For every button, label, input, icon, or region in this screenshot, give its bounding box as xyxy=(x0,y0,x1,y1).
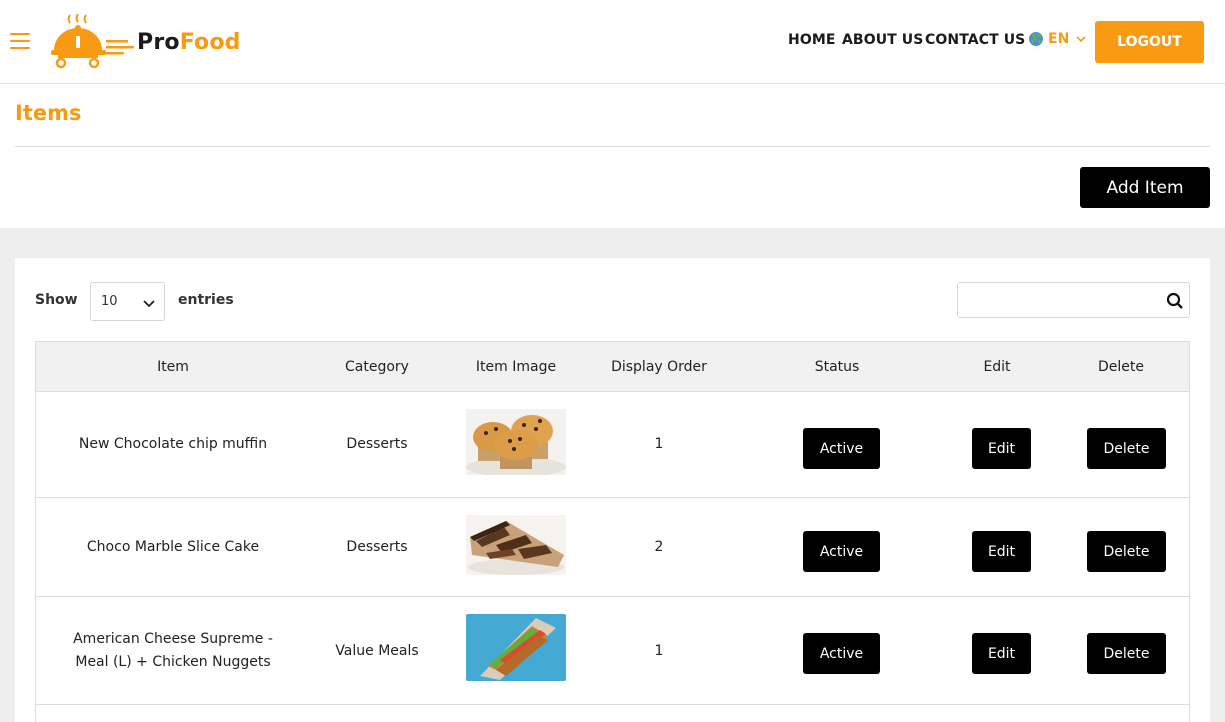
language-code: EN xyxy=(1048,31,1070,47)
header-item[interactable]: Item xyxy=(51,359,295,375)
logo-food-text: Food xyxy=(179,30,241,55)
item-category: Desserts xyxy=(346,436,408,452)
item-category: Value Meals xyxy=(335,643,419,659)
table-row: Choco Marble Slice Cake Desserts 2 Activ… xyxy=(36,498,1189,597)
header-category[interactable]: Category xyxy=(317,359,437,375)
item-name: Choco Marble Slice Cake xyxy=(86,539,260,555)
chevron-down-icon xyxy=(143,300,155,308)
status-active-button[interactable]: Active xyxy=(803,531,880,572)
display-order: 2 xyxy=(654,539,664,555)
language-selector[interactable]: EN xyxy=(1028,31,1087,47)
food-cart-logo-icon xyxy=(51,13,134,69)
entries-value: 10 xyxy=(101,294,118,309)
table-header-row: Item Category Item Image Display Order S… xyxy=(36,341,1189,392)
item-name: New Chocolate chip muffin xyxy=(78,436,268,452)
search-input[interactable] xyxy=(958,283,1158,317)
header-item-image[interactable]: Item Image xyxy=(466,359,566,375)
entries-label: entries xyxy=(178,292,234,308)
status-active-button[interactable]: Active xyxy=(803,428,880,469)
delete-button[interactable]: Delete xyxy=(1087,633,1166,674)
nav-home[interactable]: HOME xyxy=(788,32,836,48)
muffin-image xyxy=(466,409,566,475)
chevron-down-icon xyxy=(1076,36,1086,43)
header-display-order[interactable]: Display Order xyxy=(599,359,719,375)
hamburger-menu-icon[interactable] xyxy=(10,33,30,49)
logo-pro-text: Pro xyxy=(137,30,180,55)
table-row xyxy=(36,705,1189,722)
title-divider xyxy=(15,146,1210,147)
item-category: Desserts xyxy=(346,539,408,555)
logout-button[interactable]: LOGOUT xyxy=(1095,21,1204,63)
table-row: New Chocolate chip muffin Desserts 1 Act… xyxy=(36,392,1189,498)
edit-button[interactable]: Edit xyxy=(972,428,1031,469)
delete-button[interactable]: Delete xyxy=(1087,428,1166,469)
show-label: Show xyxy=(35,292,78,308)
edit-button[interactable]: Edit xyxy=(972,531,1031,572)
cake-image xyxy=(466,515,566,575)
header-edit[interactable]: Edit xyxy=(957,359,1037,375)
add-item-button[interactable]: Add Item xyxy=(1080,167,1210,208)
top-header: ProFood HOME ABOUT US CONTACT US EN LOGO… xyxy=(0,0,1225,84)
search-icon[interactable] xyxy=(1166,292,1184,310)
edit-button[interactable]: Edit xyxy=(972,633,1031,674)
header-delete[interactable]: Delete xyxy=(1081,359,1161,375)
nav-contact-us[interactable]: CONTACT US xyxy=(925,32,1025,48)
sandwich-image xyxy=(466,614,566,681)
item-name-line-2: Meal (L) + Chicken Nuggets xyxy=(75,654,271,670)
globe-icon xyxy=(1029,32,1043,46)
header-status[interactable]: Status xyxy=(777,359,897,375)
delete-button[interactable]: Delete xyxy=(1087,531,1166,572)
table-search xyxy=(957,282,1190,318)
entries-per-page-select[interactable]: 10 xyxy=(90,282,165,321)
display-order: 1 xyxy=(654,436,664,452)
page-title: Items xyxy=(15,101,82,125)
status-active-button[interactable]: Active xyxy=(803,633,880,674)
nav-about-us[interactable]: ABOUT US xyxy=(842,32,923,48)
item-name-line-1: American Cheese Supreme - xyxy=(73,631,273,647)
logo-wordmark[interactable]: ProFood xyxy=(137,30,241,55)
table-row: American Cheese Supreme - Meal (L) + Chi… xyxy=(36,597,1189,705)
items-table: Item Category Item Image Display Order S… xyxy=(35,341,1190,722)
item-name-multiline: American Cheese Supreme - Meal (L) + Chi… xyxy=(51,628,295,674)
display-order: 1 xyxy=(654,643,664,659)
